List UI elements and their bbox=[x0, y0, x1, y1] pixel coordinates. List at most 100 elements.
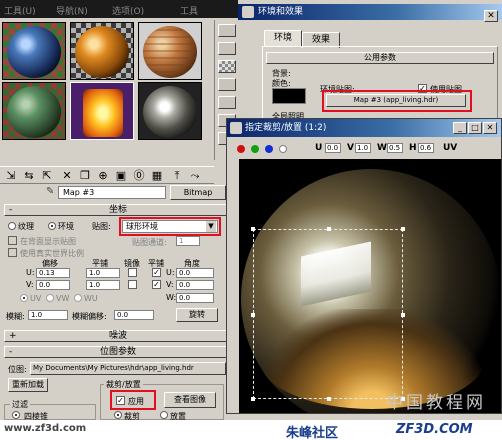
v-angle-spinner[interactable]: 0.0 bbox=[176, 280, 214, 290]
blur-offset-spinner[interactable]: 0.0 bbox=[114, 310, 154, 320]
make-unique-icon[interactable]: ⊕ bbox=[96, 169, 110, 183]
red-channel-icon[interactable] bbox=[237, 145, 245, 153]
green-channel-icon[interactable] bbox=[251, 145, 259, 153]
u-label: U bbox=[315, 143, 323, 153]
real-world-checkbox[interactable] bbox=[8, 248, 17, 257]
sample-slot-6[interactable] bbox=[138, 82, 202, 140]
wu-radio[interactable] bbox=[74, 294, 82, 302]
crop-handle-b[interactable] bbox=[327, 397, 331, 401]
expand-icon: + bbox=[9, 331, 17, 341]
sample-slot-3[interactable] bbox=[138, 22, 202, 80]
crop-toolbar: U 0.0 V 1.0 W 0.5 H 0.6 UV bbox=[227, 138, 501, 158]
eyedropper-icon[interactable]: ✎ bbox=[46, 186, 56, 198]
u-value-field[interactable]: 0.0 bbox=[325, 143, 341, 153]
crop-handle-tl[interactable] bbox=[251, 227, 255, 231]
v-tile-checkbox[interactable]: ✓ bbox=[152, 280, 161, 289]
app-icon bbox=[242, 6, 254, 18]
reset-map-icon[interactable]: ✕ bbox=[60, 169, 74, 183]
show-on-back-checkbox[interactable] bbox=[8, 236, 17, 245]
sample-slot-4[interactable] bbox=[2, 82, 66, 140]
crop-handle-l[interactable] bbox=[251, 313, 255, 317]
reload-button[interactable]: 重新加载 bbox=[8, 378, 48, 392]
make-copy-icon[interactable]: ❐ bbox=[78, 169, 92, 183]
crop-handle-tr[interactable] bbox=[401, 227, 405, 231]
bitmap-path-button[interactable]: My Documents\My Pictures\hdr\app_living.… bbox=[30, 362, 226, 375]
sample-slot-5[interactable] bbox=[70, 82, 134, 140]
wu-radio-label: WU bbox=[84, 294, 98, 303]
w-value-field[interactable]: 0.5 bbox=[387, 143, 403, 153]
show-map-in-viewport-icon[interactable]: ▦ bbox=[150, 169, 164, 183]
menu-item-navigation[interactable]: 导航(N) bbox=[56, 4, 88, 17]
v-tiling-spinner[interactable]: 1.0 bbox=[86, 280, 120, 290]
background-color-swatch[interactable] bbox=[272, 88, 306, 104]
crop-handle-bl[interactable] bbox=[251, 397, 255, 401]
map-channel-spinner[interactable]: 1 bbox=[176, 236, 200, 246]
sample-type-button[interactable] bbox=[218, 24, 236, 37]
minimize-icon[interactable]: _ bbox=[453, 122, 467, 134]
blue-channel-icon[interactable] bbox=[265, 145, 273, 153]
blur-spinner[interactable]: 1.0 bbox=[28, 310, 68, 320]
environment-dialog-titlebar: 环境和效果 ✕ bbox=[238, 4, 502, 22]
app-icon bbox=[230, 122, 242, 134]
place-radio[interactable] bbox=[160, 411, 168, 419]
material-type-button[interactable]: Bitmap bbox=[170, 185, 226, 200]
menu-item-tools-u[interactable]: 工具(U) bbox=[4, 4, 36, 17]
v-value-field[interactable]: 1.0 bbox=[355, 143, 371, 153]
close-icon[interactable]: ✕ bbox=[484, 10, 498, 22]
u-offset-spinner[interactable]: 0.13 bbox=[36, 268, 70, 278]
material-name-field[interactable]: Map #3 bbox=[58, 186, 166, 199]
v-row-label: V: bbox=[26, 280, 34, 289]
texture-radio[interactable] bbox=[8, 222, 16, 230]
video-check-button[interactable] bbox=[218, 96, 236, 109]
pyramid-radio[interactable] bbox=[12, 411, 20, 419]
bitmap-rollout-title: 位图参数 bbox=[99, 347, 136, 357]
uv-tiling-button[interactable] bbox=[218, 78, 236, 91]
crop-radio[interactable] bbox=[114, 411, 122, 419]
get-material-icon[interactable]: ⇲ bbox=[4, 169, 18, 183]
v-label: V bbox=[347, 143, 354, 153]
backlight-button[interactable] bbox=[218, 42, 236, 55]
sample-slots bbox=[0, 20, 238, 140]
alpha-channel-icon[interactable] bbox=[279, 145, 287, 153]
coordinates-rollout-header[interactable]: - 坐标 bbox=[4, 204, 232, 216]
sample-slot-2[interactable] bbox=[70, 22, 134, 80]
u-mirror-checkbox[interactable] bbox=[128, 268, 137, 277]
put-to-scene-icon[interactable]: ⇆ bbox=[22, 169, 36, 183]
close-icon[interactable]: ✕ bbox=[483, 122, 497, 134]
view-image-button[interactable]: 查看图像 bbox=[164, 392, 216, 408]
v-offset-spinner[interactable]: 0.0 bbox=[36, 280, 70, 290]
uv-radio[interactable] bbox=[20, 294, 28, 302]
menu-item-tools[interactable]: 工具 bbox=[180, 4, 198, 17]
bitmap-view[interactable] bbox=[239, 159, 501, 413]
menu-bar: 工具(U) 导航(N) 选项(O) 工具 bbox=[0, 0, 238, 18]
u-tile-checkbox[interactable]: ✓ bbox=[152, 268, 161, 277]
material-effects-channel-icon[interactable]: ⓪ bbox=[132, 169, 146, 183]
tab-environment[interactable]: 环境 bbox=[264, 30, 302, 46]
put-to-library-icon[interactable]: ▣ bbox=[114, 169, 128, 183]
footer-url: www.zf3d.com bbox=[4, 423, 87, 434]
assign-material-icon[interactable]: ⇱ bbox=[40, 169, 54, 183]
crop-region[interactable] bbox=[251, 227, 405, 401]
v-mirror-checkbox[interactable] bbox=[128, 280, 137, 289]
common-params-header[interactable]: 公用参数 bbox=[266, 52, 494, 64]
bitmap-rollout-header[interactable]: - 位图参数 bbox=[4, 346, 232, 358]
vw-radio[interactable] bbox=[46, 294, 54, 302]
noise-rollout-header[interactable]: + 噪波 bbox=[4, 330, 232, 342]
background-button[interactable] bbox=[218, 60, 236, 73]
footer-brand: 朱峰社区 bbox=[286, 426, 339, 440]
menu-item-options[interactable]: 选项(O) bbox=[112, 4, 144, 17]
h-value-field[interactable]: 0.6 bbox=[418, 143, 434, 153]
maximize-icon[interactable]: □ bbox=[468, 122, 482, 134]
w-angle-spinner[interactable]: 0.0 bbox=[176, 293, 214, 303]
go-forward-icon[interactable]: ⤳ bbox=[188, 169, 202, 183]
go-to-parent-icon[interactable]: ⤒ bbox=[170, 169, 184, 183]
rotate-button[interactable]: 旋转 bbox=[176, 308, 218, 322]
sample-slot-1[interactable] bbox=[2, 22, 66, 80]
uv-toggle-label[interactable]: UV bbox=[443, 143, 457, 153]
environ-radio[interactable] bbox=[48, 222, 56, 230]
u-angle-spinner[interactable]: 0.0 bbox=[176, 268, 214, 278]
u-tiling-spinner[interactable]: 1.0 bbox=[86, 268, 120, 278]
crop-handle-r[interactable] bbox=[401, 313, 405, 317]
angle-v-label: V: bbox=[166, 280, 174, 289]
crop-handle-t[interactable] bbox=[327, 227, 331, 231]
